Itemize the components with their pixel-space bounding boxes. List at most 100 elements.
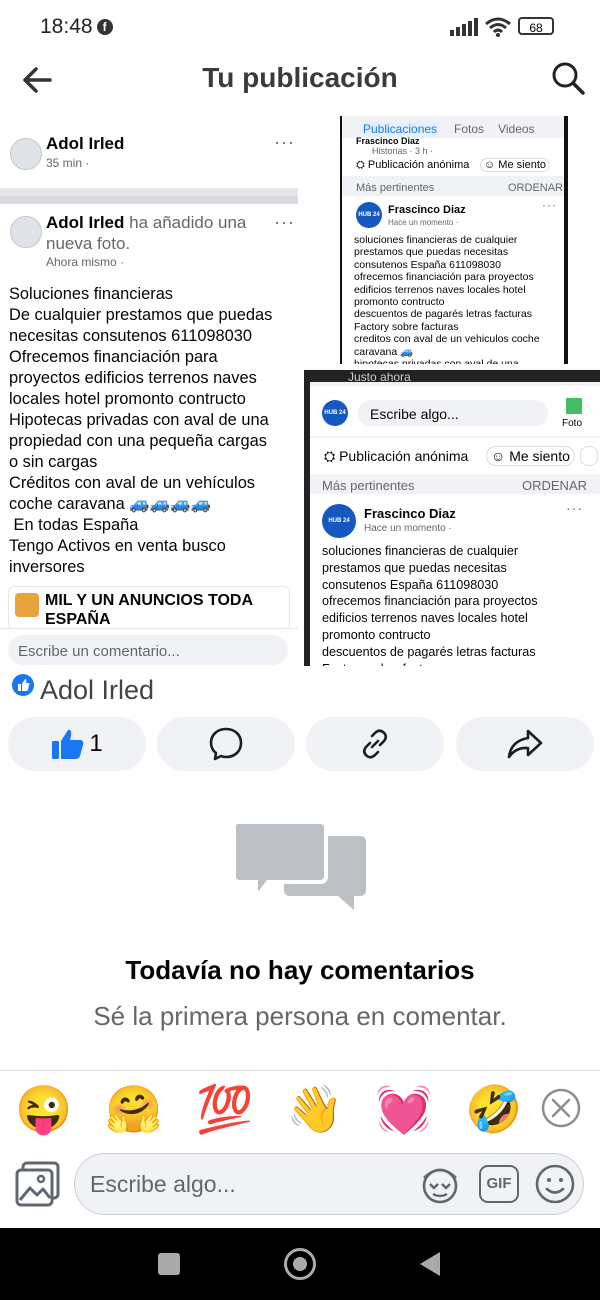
page-card: MIL Y UN ANUNCIOS TODA ESPAÑA bbox=[8, 586, 290, 630]
post-text-line: De cualquier prestamos que puedas bbox=[9, 306, 273, 324]
post-text-line: promonto contructo bbox=[322, 627, 431, 642]
photo-icon bbox=[566, 398, 582, 414]
author-name: Adol Irled bbox=[40, 675, 155, 705]
post-photo-bottom-right[interactable]: Justo ahora HUB 24 Escribe algo... Foto … bbox=[304, 370, 600, 666]
write-something-input: Escribe algo... bbox=[370, 406, 459, 422]
post-text-line: proyectos edificios terrenos naves bbox=[9, 369, 257, 387]
feeling-chip: ☺ Me siento bbox=[486, 446, 575, 466]
emoji-hug[interactable]: 🤗 bbox=[104, 1079, 164, 1139]
anon-post-chip: ⛭ Publicación anónima bbox=[356, 159, 470, 171]
post-text-line: Soluciones financieras bbox=[9, 285, 174, 303]
more-options-icon: ··· bbox=[542, 198, 557, 212]
post-text-line: prestamos que puedas necesitas bbox=[322, 560, 507, 575]
post-text-line: ofrecemos financiación para proyectos bbox=[322, 594, 538, 609]
post-text-line: Créditos con aval de un vehículos bbox=[9, 474, 256, 492]
comment-button[interactable] bbox=[157, 717, 295, 771]
post-text-line: soluciones financieras de cualquier bbox=[322, 544, 519, 558]
recent-apps-button[interactable] bbox=[158, 1253, 180, 1275]
post-text-line: promonto contructo bbox=[354, 296, 445, 309]
emoji-hundred[interactable]: 💯 bbox=[195, 1079, 255, 1139]
post-text-line: consutenos España 611098030 bbox=[322, 577, 499, 592]
post-header: Adol Irled ha añadido una nueva foto. bbox=[46, 212, 286, 254]
avatar bbox=[10, 216, 42, 248]
post-text-line: locales hotel promonto contructo bbox=[9, 390, 246, 408]
divider bbox=[0, 188, 298, 196]
battery-indicator: 68 bbox=[518, 17, 554, 35]
system-navigation-bar bbox=[0, 1228, 600, 1300]
post-text-line: Tengo Activos en venta busco bbox=[9, 537, 226, 555]
post-text-line: En todas España bbox=[9, 516, 139, 534]
page-title: Tu publicación bbox=[202, 62, 398, 93]
post-text: soluciones financieras de cualquier prest… bbox=[354, 234, 559, 364]
post-text-line: descuentos de pagarés letras facturas bbox=[322, 644, 536, 659]
order-label: ORDENAR bbox=[522, 478, 588, 493]
thumbs-up-icon bbox=[52, 729, 84, 759]
post-text-line: propiedad con una pequeña cargas bbox=[9, 432, 267, 450]
link-icon bbox=[362, 729, 388, 759]
like-count: 1 bbox=[89, 730, 103, 757]
close-emoji-bar-icon[interactable] bbox=[540, 1087, 582, 1129]
post-text-line: ofrecemos financiación para proyectos bbox=[354, 271, 534, 284]
top-post-time: 35 min · bbox=[46, 156, 90, 170]
top-label: Justo ahora bbox=[348, 370, 411, 384]
emoji-picker-icon[interactable] bbox=[534, 1163, 576, 1205]
partial-name: Frascinco Diaz bbox=[356, 136, 420, 146]
page-name: MIL Y UN ANUNCIOS TODA ESPAÑA bbox=[45, 592, 253, 628]
emoji-rofl[interactable]: 🤣 bbox=[464, 1079, 524, 1139]
post-photo-top-right[interactable]: Publicaciones Fotos Videos Frascinco Diaz … bbox=[304, 116, 600, 364]
more-options-icon: ··· bbox=[566, 500, 583, 516]
post-text-line: edificios terrenos naves locales hotel bbox=[322, 611, 528, 626]
post-text-line: o sin cargas bbox=[9, 453, 98, 471]
composer-placeholder[interactable]: Escribe algo... bbox=[90, 1171, 236, 1198]
tab-videos: Videos bbox=[498, 122, 535, 136]
like-button[interactable]: 1 bbox=[8, 717, 146, 771]
comment-icon bbox=[209, 727, 243, 761]
back-button[interactable] bbox=[418, 1250, 442, 1278]
page-logo bbox=[15, 593, 39, 617]
post-text-line: Factory sobre facturas bbox=[322, 661, 597, 666]
status-time: 18:48 f bbox=[40, 15, 113, 39]
post-text-line: hipotecas privadas con aval de una bbox=[354, 358, 559, 364]
poster-name: Frascinco Diaz bbox=[364, 506, 456, 521]
poster-name: Frascinco Diaz bbox=[388, 204, 466, 216]
emoji-wink-tongue[interactable]: 😜 bbox=[14, 1079, 74, 1139]
avatar: HUB 24 bbox=[322, 504, 356, 538]
emoji-heart[interactable]: 💓 bbox=[374, 1079, 434, 1139]
post-text-line: soluciones financieras de cualquier bbox=[354, 234, 518, 246]
signal-icon bbox=[450, 18, 478, 36]
post-text-line: caravana 🚙 bbox=[354, 345, 414, 358]
empty-comments-icon bbox=[232, 820, 366, 910]
comment-box: Escribe un comentario... bbox=[0, 628, 298, 666]
photo-gallery-icon[interactable] bbox=[14, 1160, 62, 1208]
gif-button[interactable]: GIF bbox=[479, 1165, 519, 1203]
avatar: HUB 24 bbox=[356, 202, 382, 228]
post-text-line: descuentos de pagarés letras facturas bbox=[354, 308, 533, 321]
copy-link-button[interactable] bbox=[306, 717, 444, 771]
post-text-line: prestamos que puedas necesitas bbox=[354, 246, 509, 259]
avatar bbox=[10, 138, 42, 170]
tab-publicaciones: Publicaciones bbox=[360, 121, 441, 137]
home-button[interactable] bbox=[284, 1248, 316, 1280]
post-author[interactable]: Adol Irled bbox=[12, 674, 154, 706]
emoji-wave[interactable]: 👋 bbox=[285, 1079, 345, 1139]
avatar-sticker-icon[interactable] bbox=[418, 1164, 462, 1204]
post-text-line: coche caravana 🚙🚙🚙🚙 bbox=[9, 495, 211, 513]
relevant-label: Más pertinentes bbox=[356, 182, 435, 194]
empty-state-subtitle: Sé la primera persona en comentar. bbox=[93, 1001, 507, 1031]
more-options-icon: ··· bbox=[274, 132, 295, 152]
post-text-line: Ofrecemos financiación para bbox=[9, 348, 218, 366]
share-icon bbox=[507, 729, 543, 759]
share-button[interactable] bbox=[456, 717, 594, 771]
avatar: HUB 24 bbox=[322, 400, 348, 426]
comment-placeholder: Escribe un comentario... bbox=[18, 643, 180, 660]
history-label: Historias · 3 h · bbox=[372, 146, 434, 156]
wifi-icon bbox=[485, 17, 511, 37]
order-label: ORDENAR bbox=[508, 182, 564, 194]
post-text-line: inversores bbox=[9, 558, 85, 576]
post-text-line: necesitas consutenos 611098030 bbox=[9, 327, 253, 345]
search-icon[interactable] bbox=[550, 60, 586, 96]
post-text: soluciones financieras de cualquier prest… bbox=[322, 543, 597, 666]
post-photo-left[interactable]: Adol Irled 35 min · ··· Adol Irled ha añ… bbox=[0, 116, 298, 666]
facebook-notification-icon: f bbox=[96, 19, 113, 35]
poster-time: Hace un momento · bbox=[388, 218, 459, 227]
